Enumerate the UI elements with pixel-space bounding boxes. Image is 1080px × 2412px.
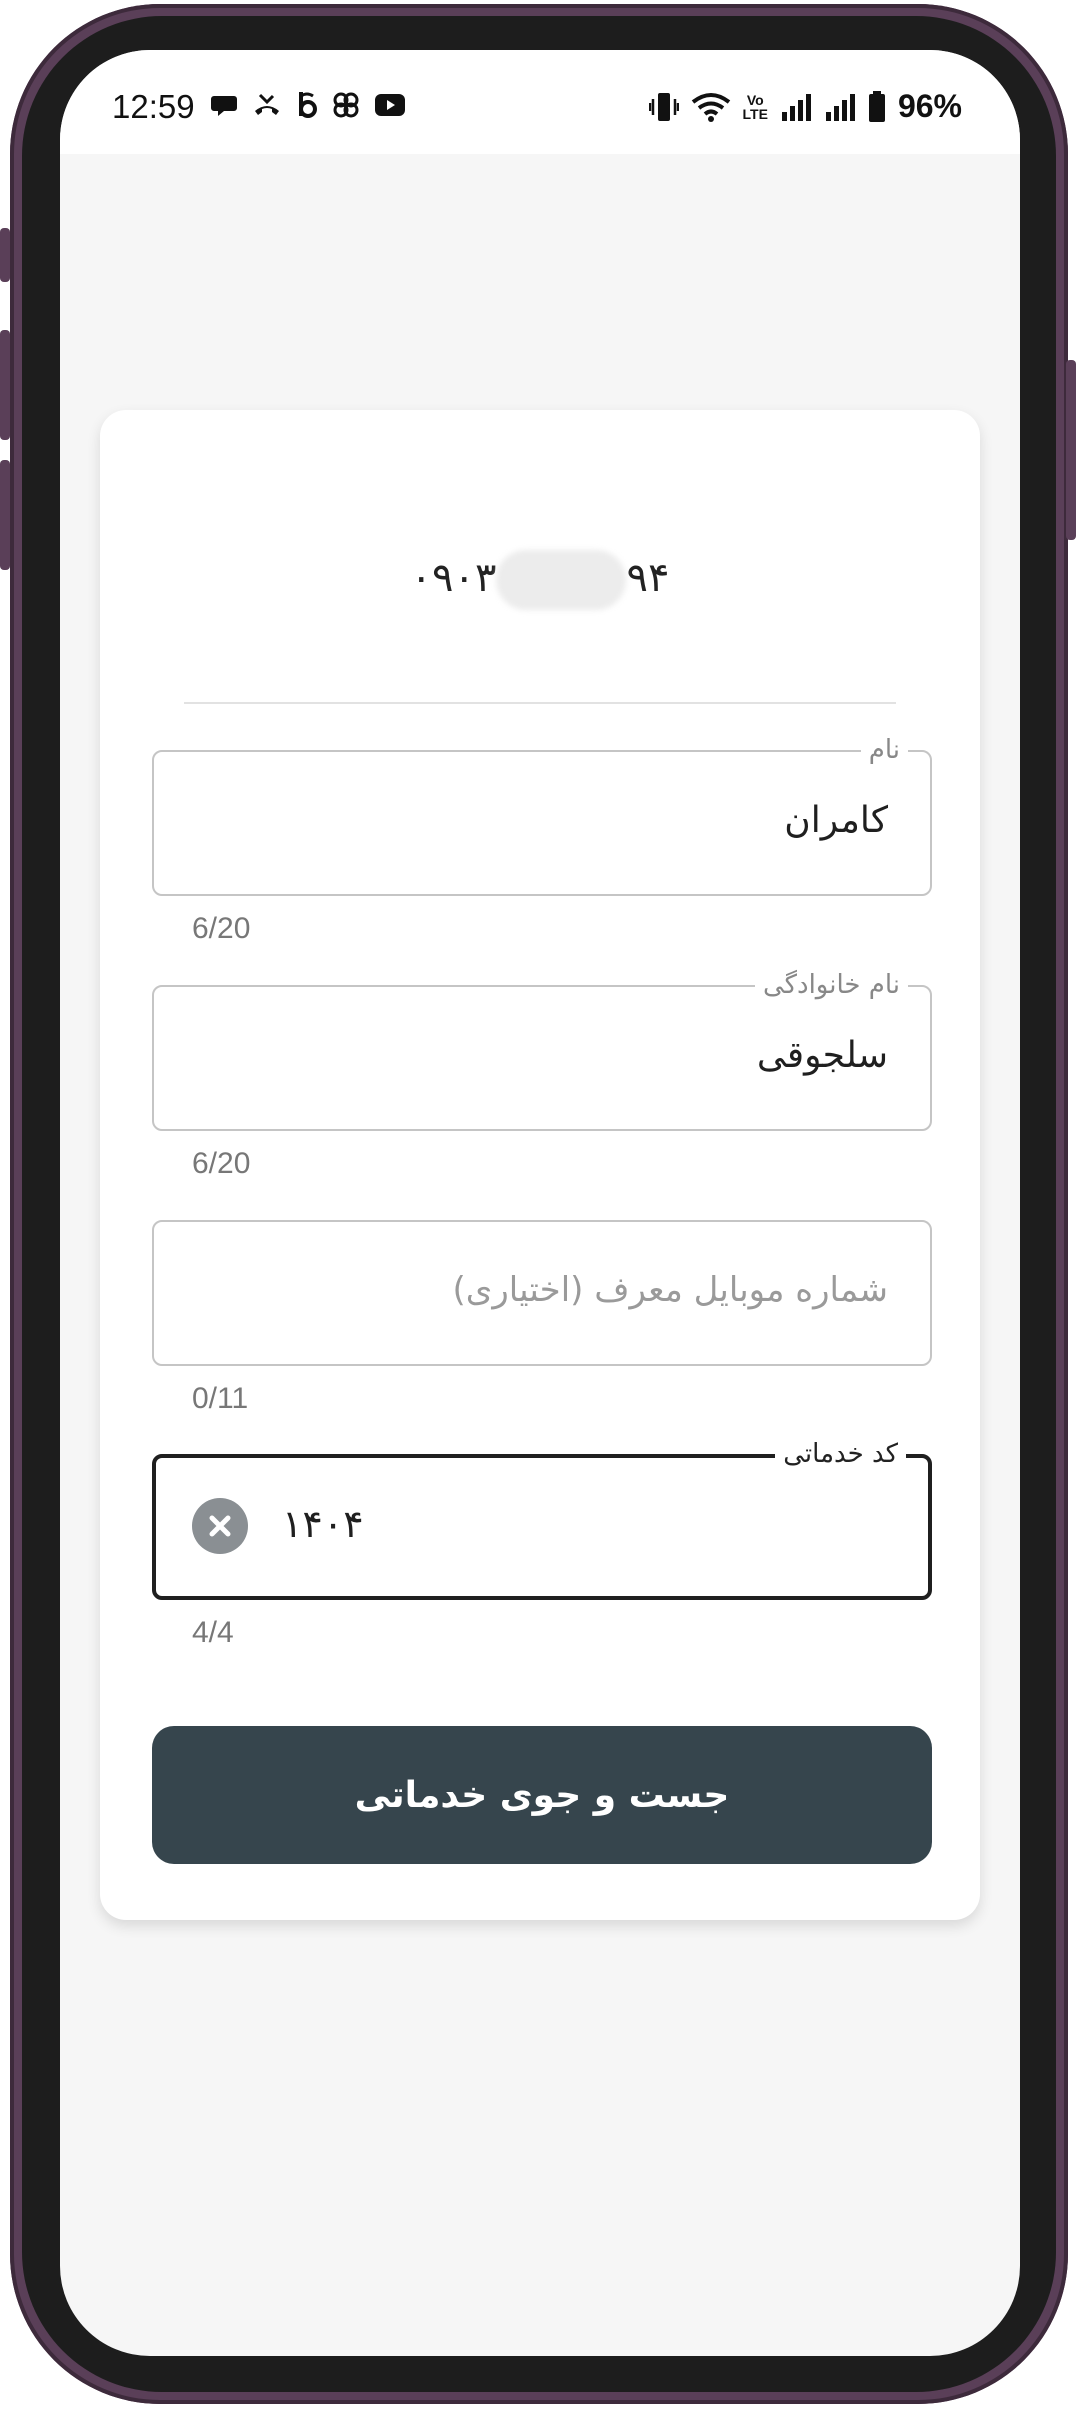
phone-number-suffix: ۹۴ (626, 555, 670, 601)
pinwheel-icon (333, 92, 359, 118)
referrer-phone-placeholder[interactable]: شماره موبایل معرف (اختیاری) (453, 1270, 889, 1310)
b-app-icon (299, 92, 317, 118)
profile-form-card: ۰۹۰۳ ۹۴ نام کامران 6/20 نام خانوادگی سلجو… (100, 410, 980, 1920)
last-name-field[interactable]: نام خانوادگی سلجوقی (152, 969, 932, 1131)
divider (184, 702, 896, 704)
phone-number-prefix: ۰۹۰۳ (410, 555, 497, 601)
search-services-button[interactable]: جست و جوی خدماتی (152, 1726, 932, 1864)
close-icon (209, 1515, 231, 1537)
system-icons: Vo LTE 96% (648, 88, 962, 125)
youtube-icon (375, 94, 405, 116)
service-code-field[interactable]: کد خدماتی ۱۴۰۴ (152, 1438, 932, 1600)
last-name-label: نام خانوادگی (754, 969, 908, 1001)
service-code-label: کد خدماتی (775, 1438, 906, 1470)
volte-icon: Vo LTE (743, 93, 768, 121)
service-code-counter: 4/4 (192, 1616, 234, 1649)
battery-percent: 96% (897, 88, 962, 124)
first-name-field[interactable]: نام کامران (152, 734, 932, 896)
referrer-phone-counter: 0/11 (192, 1382, 249, 1415)
service-code-value[interactable]: ۱۴۰۴ (282, 1502, 364, 1546)
redaction-blur (496, 550, 627, 610)
first-name-counter: 6/20 (192, 912, 251, 945)
side-button (0, 460, 10, 570)
status-time: 12:59 (112, 88, 195, 125)
volte-bottom-text: LTE (742, 105, 768, 122)
missed-call-icon (255, 93, 279, 115)
first-name-label: نام (860, 734, 908, 766)
chat-bubble-icon (211, 96, 237, 116)
wifi-icon (691, 92, 730, 122)
screen: 12:59 Vo LTE 96% ۰۹۰۳ ۹۴ نام کامران 6/20… (60, 50, 1020, 2356)
first-name-value[interactable]: کامران (784, 800, 888, 841)
power-button (1066, 360, 1076, 540)
signal-2-icon (825, 93, 855, 121)
side-button (0, 330, 10, 440)
side-button (0, 228, 10, 282)
last-name-value[interactable]: سلجوقی (757, 1035, 888, 1076)
vibrate-icon (648, 92, 679, 121)
battery-icon (868, 90, 885, 122)
volte-top-text: Vo (746, 91, 764, 108)
last-name-counter: 6/20 (192, 1147, 251, 1180)
notification-icons (210, 90, 406, 120)
referrer-phone-field[interactable]: شماره موبایل معرف (اختیاری) (152, 1220, 932, 1366)
status-bar: 12:59 Vo LTE 96% (60, 50, 1020, 154)
clear-input-button[interactable] (192, 1498, 248, 1554)
phone-number: ۰۹۰۳ ۹۴ (100, 550, 980, 610)
signal-1-icon (781, 93, 811, 121)
